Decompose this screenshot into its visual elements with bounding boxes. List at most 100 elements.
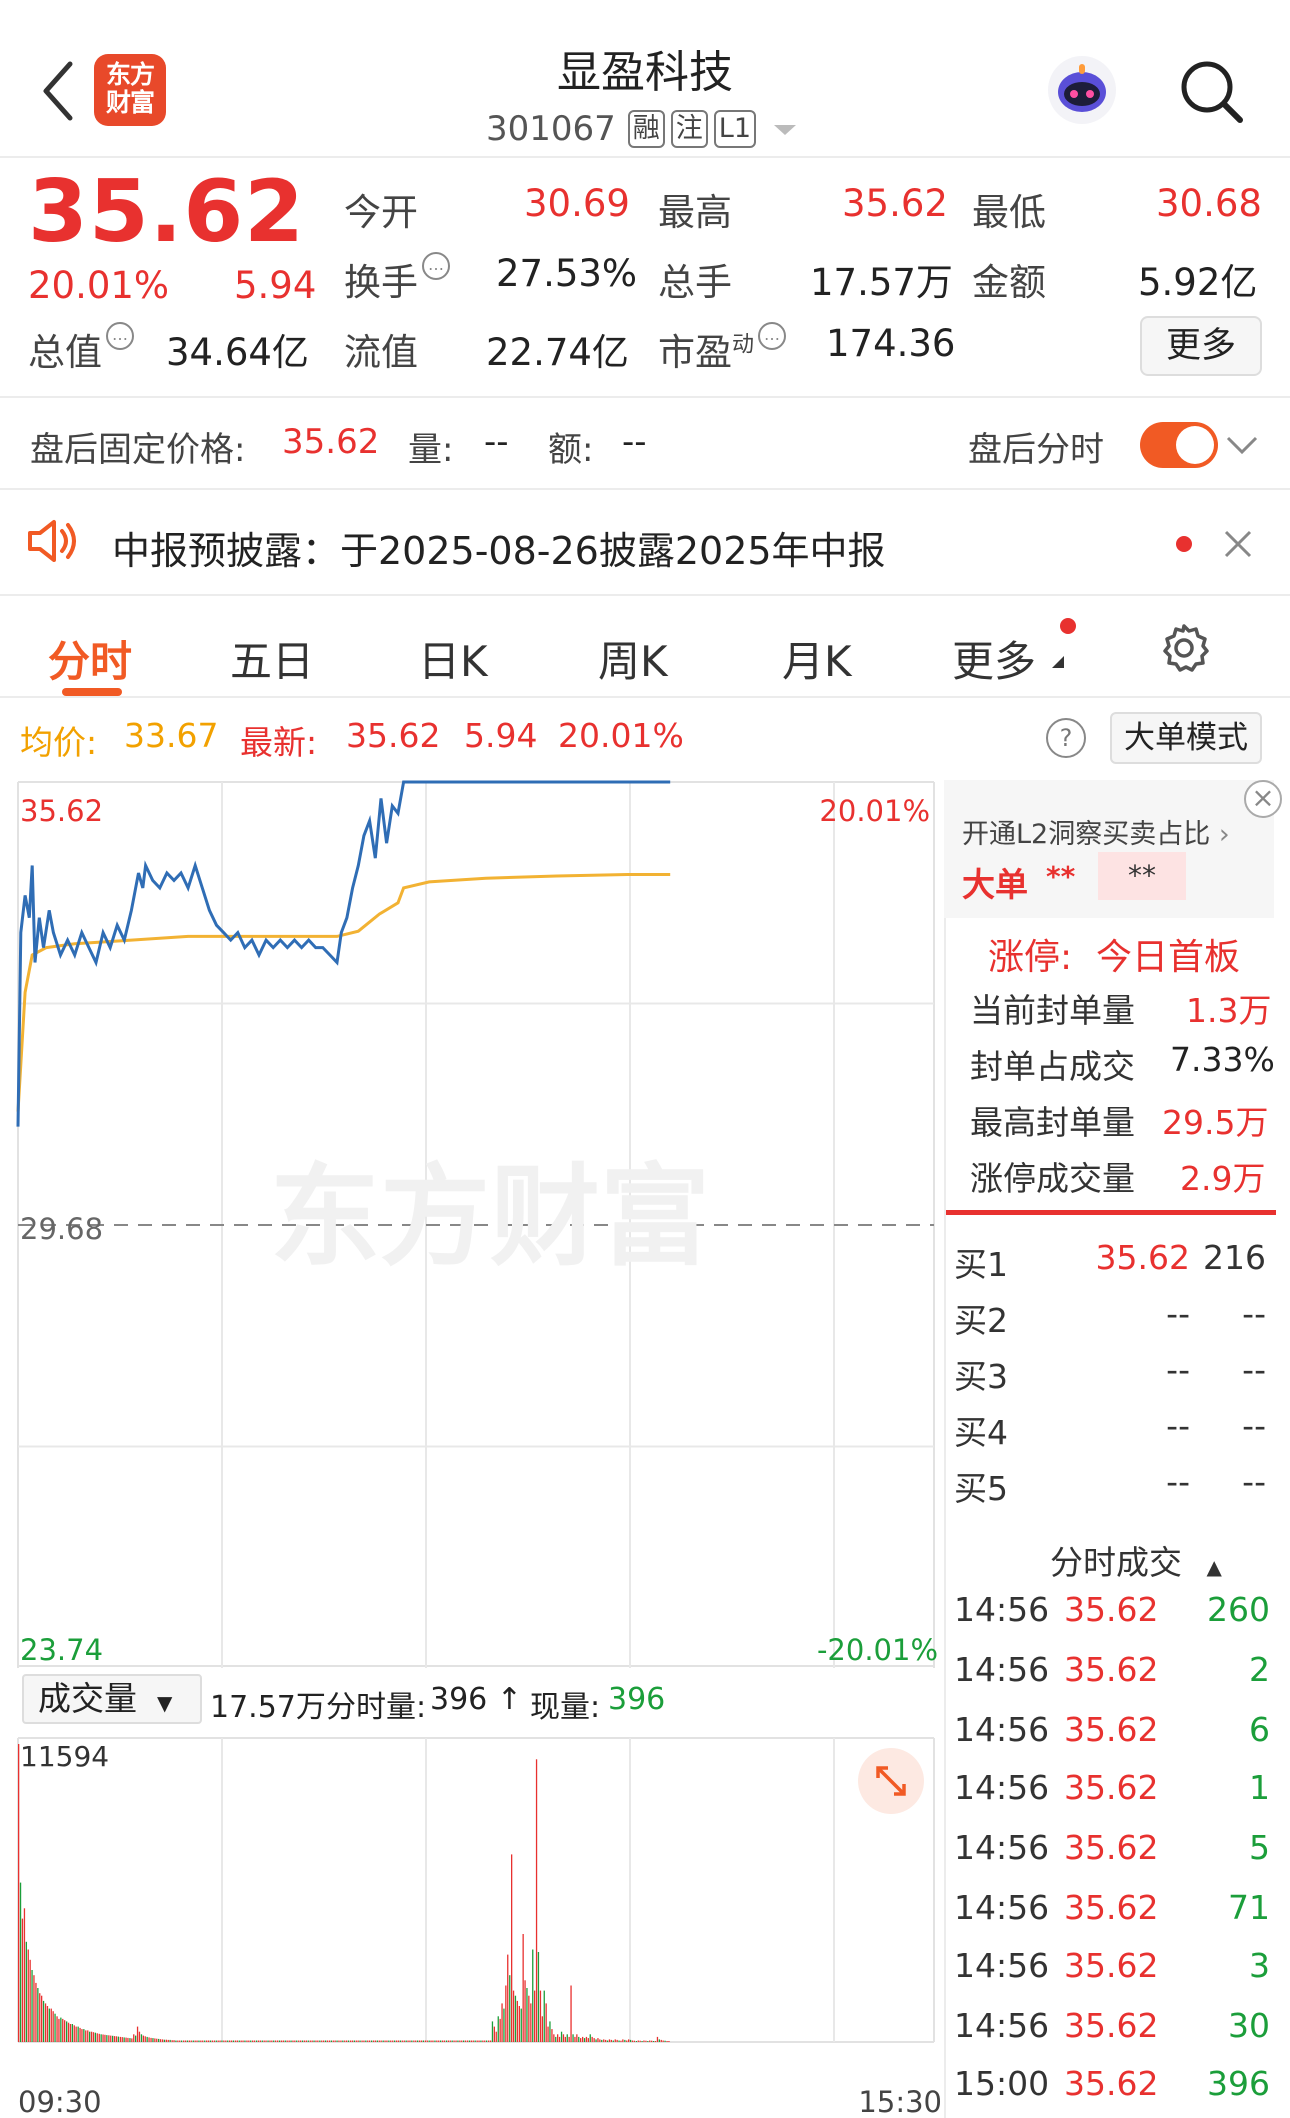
volume-bar xyxy=(346,2040,348,2042)
volume-bar xyxy=(514,1995,517,2042)
volume-bar xyxy=(286,2040,288,2042)
volume-bar xyxy=(313,2040,315,2042)
avg-price-line xyxy=(16,873,671,1112)
volume-bar xyxy=(564,2036,566,2042)
volume-bar xyxy=(447,2040,449,2042)
volume-bar xyxy=(69,2024,72,2042)
limit-value: 今日首板 xyxy=(1096,937,1241,978)
notice-text[interactable]: 中报预披露：于2025-08-26披露2025年中报 xyxy=(112,520,886,575)
close-l2-icon[interactable]: × xyxy=(1244,780,1282,818)
limit-vol-value: 2.9万 xyxy=(1180,1159,1266,1198)
expand-icon[interactable] xyxy=(858,1748,924,1814)
volume-bar xyxy=(528,1995,530,2042)
vol-now-label: 现量: xyxy=(530,1690,601,1725)
volume-bar xyxy=(221,2040,223,2042)
info-icon[interactable]: … xyxy=(106,322,134,350)
volume-bar xyxy=(608,2039,611,2042)
volume-bar xyxy=(146,2036,148,2042)
volume-bar xyxy=(230,2040,233,2042)
volume-bar xyxy=(499,2018,501,2042)
info-icon[interactable]: … xyxy=(422,252,450,280)
close-icon[interactable] xyxy=(1222,528,1254,560)
volume-bar xyxy=(163,2039,166,2042)
volume-bar xyxy=(626,2040,628,2042)
volume-bar xyxy=(50,2008,52,2042)
chevron-down-icon[interactable] xyxy=(1222,430,1262,460)
more-button[interactable]: 更多 xyxy=(1140,316,1262,376)
tab-day-k[interactable]: 日K xyxy=(418,628,488,689)
timeshare-chart[interactable]: 东方财富 35.62 20.01% 29.68 23.74 -20.01% xyxy=(0,780,944,1668)
assistant-robot-icon[interactable] xyxy=(1046,54,1118,126)
tab-more[interactable]: 更多 xyxy=(952,628,1036,689)
volume-bar xyxy=(347,2040,350,2042)
tab-week-k[interactable]: 周K xyxy=(598,628,668,689)
tick-row: 14:56 35.62 30 xyxy=(954,2006,1270,2045)
settings-gear-icon[interactable] xyxy=(1158,622,1210,674)
volume-bar xyxy=(491,2021,494,2042)
tick-row: 14:56 35.62 260 xyxy=(954,1590,1270,1629)
tick-row: 14:56 35.62 5 xyxy=(954,1828,1270,1867)
volume-bar xyxy=(480,2040,482,2042)
vol-now-value: 396 xyxy=(608,1682,666,1717)
volume-bar xyxy=(332,2040,334,2042)
tab-month-k[interactable]: 月K xyxy=(782,628,852,689)
turnover-label[interactable]: 换手… xyxy=(344,252,450,306)
volume-bar xyxy=(263,2040,265,2042)
volume-bar xyxy=(654,2041,657,2042)
volume-bar xyxy=(522,1934,524,2042)
volume-bar xyxy=(211,2040,213,2042)
volume-bar xyxy=(351,2040,354,2042)
volume-bar xyxy=(106,2035,108,2042)
volume-bar xyxy=(601,2039,603,2042)
info-icon[interactable]: … xyxy=(758,322,787,350)
mktcap-label[interactable]: 总值… xyxy=(28,322,134,376)
pe-value: 174.36 xyxy=(826,322,956,365)
volume-bar xyxy=(83,2029,85,2042)
tab-five-day[interactable]: 五日 xyxy=(230,628,314,689)
volume-bar xyxy=(229,2040,231,2042)
big-order-mode-button[interactable]: 大单模式 xyxy=(1110,712,1262,764)
search-icon[interactable] xyxy=(1176,56,1246,126)
volume-bar xyxy=(321,2040,323,2042)
volume-chart[interactable]: 11594 09:30 15:30 xyxy=(0,1736,944,2118)
volume-bar xyxy=(259,2040,261,2042)
volume-bar xyxy=(583,2038,586,2042)
price-line xyxy=(16,780,671,1127)
volume-bar xyxy=(154,2038,156,2042)
seal-ratio-label: 封单占成交 xyxy=(970,1047,1135,1086)
low-value: 30.68 xyxy=(1156,182,1262,225)
pe-label[interactable]: 市盈动… xyxy=(658,322,787,376)
help-icon[interactable]: ? xyxy=(1046,718,1086,758)
time-start-label: 09:30 xyxy=(18,2085,102,2118)
volume-bar xyxy=(426,2040,428,2042)
volume-bar xyxy=(328,2040,331,2042)
volume-bar xyxy=(213,2040,215,2042)
tab-timeshare[interactable]: 分时 xyxy=(48,628,132,689)
volume-bar xyxy=(355,2040,357,2042)
volume-bar xyxy=(449,2040,451,2042)
dropdown-icon[interactable] xyxy=(770,119,800,139)
volume-bar xyxy=(549,2021,551,2042)
volume-bar xyxy=(399,2040,401,2042)
volume-bar xyxy=(539,1990,542,2042)
volume-bar xyxy=(359,2040,361,2042)
watermark: 东方财富 xyxy=(270,1156,710,1279)
ticks-title[interactable]: 分时成交 ▲ xyxy=(1050,1536,1222,1584)
l2-promo-text[interactable]: 开通L2洞察买卖占比 › xyxy=(962,812,1230,851)
volume-bar xyxy=(257,2040,260,2042)
volume-bar xyxy=(96,2033,98,2042)
volume-bar xyxy=(647,2041,649,2042)
volume-bar xyxy=(411,2040,413,2042)
ah-timeshare-toggle[interactable] xyxy=(1140,422,1218,468)
volume-bar xyxy=(334,2040,336,2042)
y-bottom-label: 23.74 xyxy=(20,1633,103,1667)
indicator-select[interactable]: 成交量 ▼ xyxy=(22,1674,202,1724)
volume-bar xyxy=(457,2040,459,2042)
volume-bar xyxy=(253,2040,256,2042)
volume-bar xyxy=(255,2040,258,2042)
volume-bar xyxy=(33,1975,35,2042)
volume-bar xyxy=(488,2040,490,2042)
volume-bar xyxy=(242,2040,244,2042)
volume-bar xyxy=(664,2040,666,2042)
volume-bar xyxy=(336,2040,338,2042)
